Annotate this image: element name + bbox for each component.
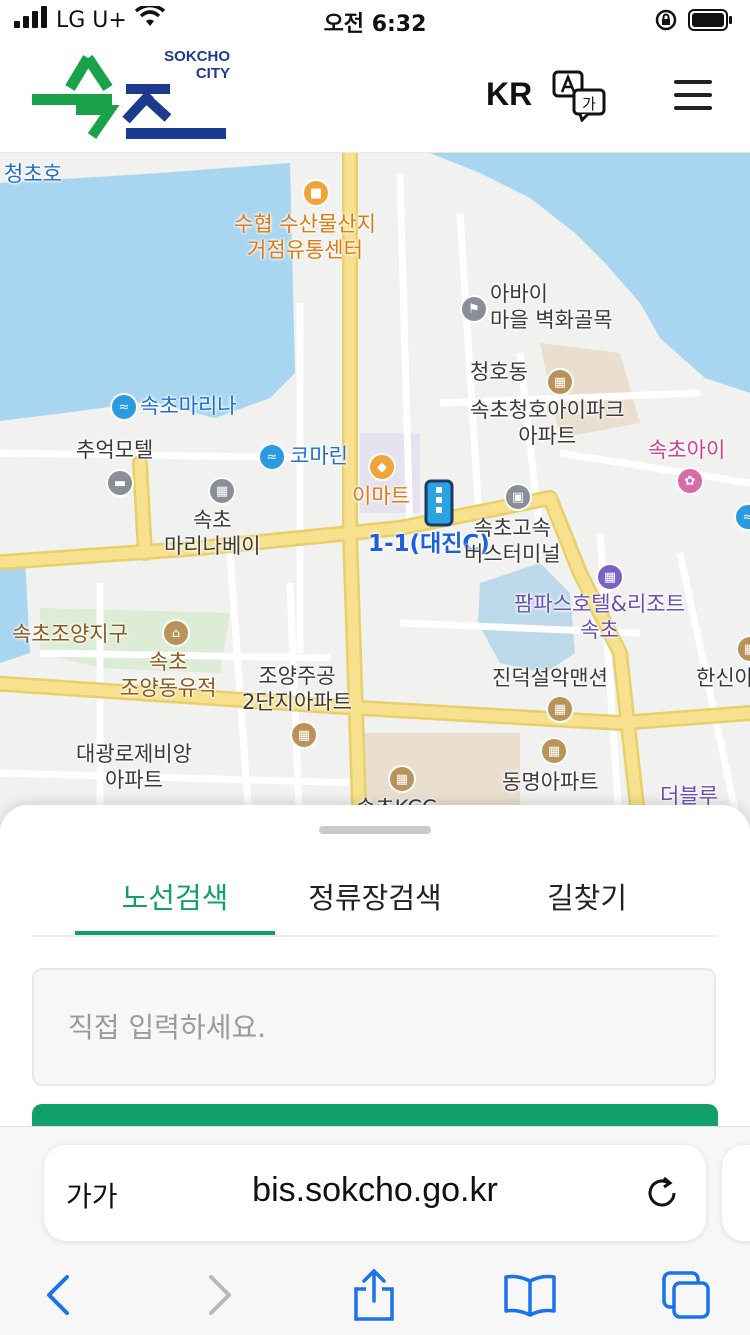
tabs-icon[interactable] [656, 1265, 716, 1325]
bus-marker-icon[interactable] [424, 479, 454, 529]
map-label-daegwang-1: 대광로제비앙 [76, 742, 192, 766]
map-label-marina: 속초마리나 [140, 394, 237, 418]
share-icon[interactable] [344, 1265, 404, 1325]
map-label-dongmyeong: 동명아파트 [502, 770, 599, 794]
apartment-icon[interactable]: ▦ [546, 695, 574, 723]
logo-english: SOKCHO CITY [162, 48, 230, 82]
map-label-komarin: 코마린 [290, 444, 348, 468]
map-label-joyangyujeok-2: 조양동유적 [120, 676, 217, 700]
swimming-icon[interactable]: ≈ [258, 443, 286, 471]
search-bottom-sheet: 노선검색 정류장검색 길찾기 [0, 805, 750, 1144]
map-label-daegwang-2: 아파트 [104, 768, 163, 792]
map-label-apark-1: 속초청호아이파크 [470, 398, 625, 422]
logo-en-line2: CITY [195, 65, 230, 82]
map-label-hanshin: 한신아 [696, 666, 750, 690]
map-label-joyangyujeok-1: 속초 [148, 650, 188, 674]
shopping-bag-icon[interactable]: ■ [302, 179, 330, 207]
translate-icon[interactable]: 가 [552, 70, 608, 126]
browser-toolbar: 가가 bis.sokcho.go.kr [0, 1126, 750, 1335]
map-label-suhyup-1: 수협 수산물산지 [234, 212, 376, 236]
tab-stop-search[interactable]: 정류장검색 [275, 875, 475, 917]
sheet-grabber[interactable] [319, 826, 431, 834]
back-icon[interactable] [28, 1265, 88, 1325]
map-label-pampas-1: 팜파스호텔&리조트 [514, 592, 685, 616]
active-tab-indicator [75, 931, 275, 935]
map-label-jugong-2: 2단지아파트 [242, 690, 352, 714]
map-label-emart: 이마트 [352, 484, 410, 508]
language-label[interactable]: KR [486, 76, 532, 113]
map-label-cheongchoho: 청초호 [4, 162, 62, 186]
map-label-pampas-2: 속초 [580, 618, 619, 642]
map-label-daegwang: 대광로제비앙 아파트 [76, 741, 192, 793]
map-label-jugong: 조양주공 2단지아파트 [242, 663, 352, 715]
bus-map[interactable]: ■ ⚑ ▦ ≈ ≈ ◆ ▬ ▦ ▣ ✿ ≈ ▦ ⌂ ▦ ▦ ▦ ▦ ▦ 청초호 … [0, 153, 750, 833]
hotel-icon[interactable]: ▦ [596, 563, 624, 591]
map-label-chueok: 추억모텔 [76, 438, 154, 462]
map-label-terminal-1: 속초고속 [473, 516, 551, 540]
search-input[interactable] [66, 1004, 670, 1050]
building-icon[interactable]: ▦ [208, 477, 236, 505]
marina-icon[interactable]: ≈ [110, 393, 138, 421]
status-right [654, 8, 734, 36]
map-label-marinabay-2: 마리나베이 [164, 534, 261, 558]
tab-directions[interactable]: 길찾기 [487, 875, 687, 917]
apartment-icon[interactable]: ▦ [546, 368, 574, 396]
map-label-sokchoeye: 속초아이 [648, 438, 726, 462]
forward-icon[interactable] [190, 1265, 250, 1325]
map-label-joyangyujeok: 속초 조양동유적 [120, 649, 217, 701]
search-tabs: 노선검색 정류장검색 길찾기 [32, 865, 718, 937]
landmark-flag-icon[interactable]: ⚑ [460, 295, 488, 323]
map-label-marinabay: 속초 마리나베이 [164, 507, 261, 559]
bus-terminal-icon[interactable]: ▣ [504, 483, 532, 511]
hotel-bed-icon[interactable]: ▬ [106, 469, 134, 497]
map-label-terminal-2: 버스터미널 [464, 542, 561, 566]
status-time: 오전 6:32 [323, 12, 427, 37]
site-header: SOKCHO CITY KR 가 [0, 40, 750, 153]
orientation-lock-icon [654, 8, 678, 36]
heritage-icon[interactable]: ⌂ [162, 619, 190, 647]
map-label-abai-1: 아바이 [490, 282, 548, 306]
logo-en-line1: SOKCHO [164, 48, 230, 65]
map-label-pampas: 팜파스호텔&리조트 속초 [514, 591, 685, 643]
battery-icon [688, 9, 734, 35]
search-field-container[interactable] [32, 968, 716, 1086]
map-label-jindeok: 진덕설악맨션 [492, 666, 608, 690]
map-label-abai: 아바이 마을 벽화골목 [490, 281, 613, 333]
map-label-jugong-1: 조양주공 [258, 664, 336, 688]
tab-route-search[interactable]: 노선검색 [75, 875, 275, 917]
shopping-cart-icon[interactable]: ◆ [368, 453, 396, 481]
apartment-icon[interactable]: ▦ [388, 765, 416, 793]
bookmarks-icon[interactable] [500, 1265, 560, 1325]
map-label-abai-2: 마을 벽화골목 [490, 308, 613, 332]
map-label-apark-2: 아파트 [518, 424, 577, 448]
ferris-wheel-icon[interactable]: ✿ [676, 467, 704, 495]
url-text[interactable]: bis.sokcho.go.kr [44, 1171, 706, 1210]
next-tab-peek[interactable] [722, 1145, 750, 1241]
map-label-joyangjigu: 속초조양지구 [12, 622, 128, 646]
apartment-icon[interactable]: ▦ [290, 721, 318, 749]
reload-icon[interactable] [644, 1175, 680, 1215]
apartment-icon[interactable]: ▦ [540, 737, 568, 765]
status-bar: LG U+ 오전 6:32 [0, 0, 750, 40]
map-label-cheonghodong: 청호동 [470, 360, 528, 384]
map-label-terminal: 속초고속 버스터미널 [464, 515, 561, 567]
address-bar[interactable]: 가가 bis.sokcho.go.kr [44, 1145, 706, 1241]
map-label-apark: 속초청호아이파크 아파트 [470, 397, 625, 449]
svg-text:가: 가 [582, 95, 596, 113]
hamburger-menu-icon[interactable] [674, 78, 714, 116]
map-label-suhyup: 수협 수산물산지 거점유통센터 [234, 211, 376, 263]
map-label-marinabay-1: 속초 [192, 508, 232, 532]
map-label-suhyup-2: 거점유통센터 [247, 238, 363, 262]
